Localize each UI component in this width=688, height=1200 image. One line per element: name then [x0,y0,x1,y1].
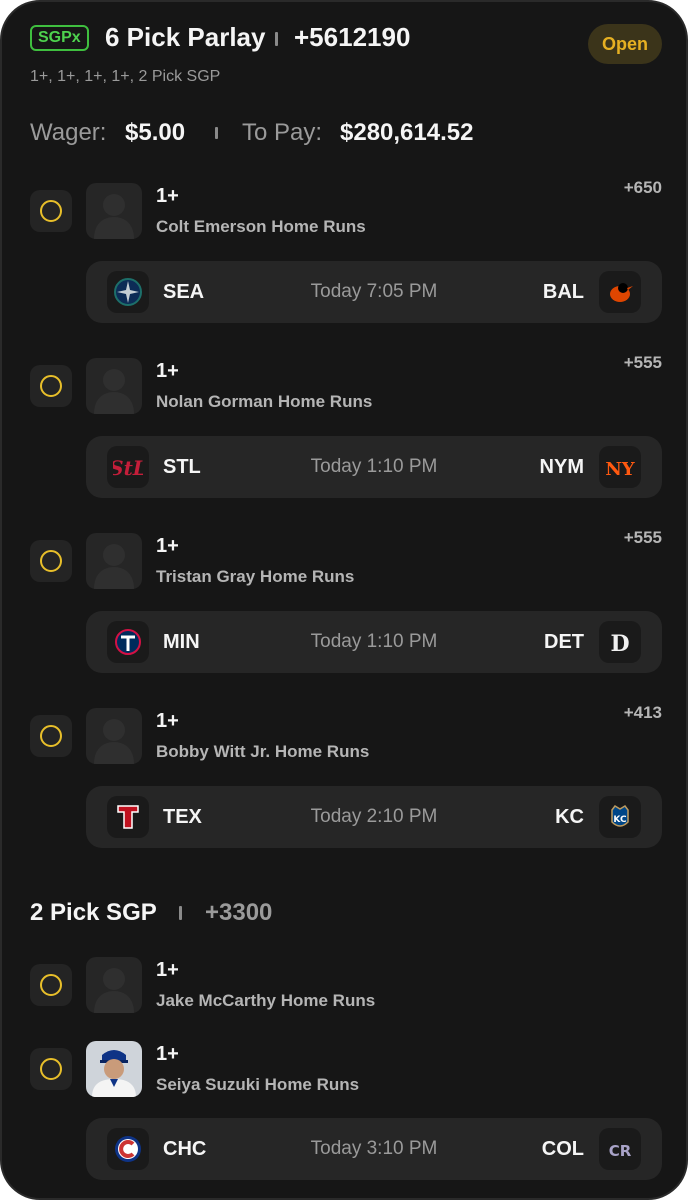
mariners-logo-icon [107,271,149,313]
pick-status-indicator [30,715,72,757]
pick-market: Jake McCarthy Home Runs [156,991,376,1010]
pending-circle-icon [40,375,62,397]
player-avatar [86,183,142,239]
svg-text:NY: NY [605,459,635,480]
pick-status-indicator [30,365,72,407]
sgp-odds: +3300 [205,899,273,926]
sgp-title: 2 Pick SGP [30,899,157,926]
away-team: SEA [163,281,205,303]
player-headshot [86,1041,142,1097]
status-badge: Open [588,24,662,64]
rockies-logo-icon: CR [599,1128,641,1170]
wager-divider [215,127,218,139]
parlay-card[interactable]: SGPx 6 Pick Parlay +5612190 Open 1+, 1+,… [0,0,688,1200]
game-time: Today 7:05 PM [310,281,438,302]
pick-odds: +555 [623,353,662,372]
parlay-odds: +5612190 [294,22,411,52]
pick-line: 1+ [156,959,179,981]
pick-market: Tristan Gray Home Runs [156,567,355,586]
game-time: Today 1:10 PM [310,631,438,652]
away-team: STL [163,456,201,478]
home-team: DET [544,631,584,653]
parlay-title: 6 Pick Parlay [105,22,266,52]
tigers-logo-icon: D [599,621,641,663]
player-silhouette-icon [94,369,134,414]
pick-market: Bobby Witt Jr. Home Runs [156,742,370,761]
game-bar[interactable]: SEA Today 7:05 PM BAL [86,261,662,323]
player-avatar [86,533,142,589]
svg-text:D: D [610,631,629,657]
away-team: MIN [163,631,200,653]
pick-market: Nolan Gorman Home Runs [156,392,373,411]
wager-value: $5.00 [125,119,186,146]
player-silhouette-icon [94,544,134,589]
pick-line: 1+ [156,710,179,732]
pick-odds: +650 [623,178,662,197]
to-pay-label: To Pay: [242,119,323,146]
player-silhouette-icon [94,194,134,239]
title-divider [275,32,278,46]
player-headshot-icon [86,1041,142,1097]
rangers-logo-icon [107,796,149,838]
game-time: Today 1:10 PM [310,456,438,477]
parlay-subtitle: 1+, 1+, 1+, 1+, 2 Pick SGP [30,68,221,85]
royals-logo-icon: KC [599,796,641,838]
cubs-logo-icon [107,1128,149,1170]
pick-line: 1+ [156,360,179,382]
player-avatar [86,957,142,1013]
wager-label: Wager: [30,119,107,146]
orioles-logo-icon [599,271,641,313]
pick-market: Colt Emerson Home Runs [156,217,366,236]
sgpx-badge: SGPx [30,25,89,51]
pick-line: 1+ [156,185,179,207]
pick-market: Seiya Suzuki Home Runs [156,1075,360,1094]
pending-circle-icon [40,200,62,222]
pick-odds: +555 [623,528,662,547]
player-avatar [86,708,142,764]
pick-line: 1+ [156,1043,179,1065]
svg-text:CR: CR [609,1142,632,1160]
game-bar[interactable]: StL STL Today 1:10 PM NYM NY [86,436,662,498]
pick-odds: +413 [623,703,662,722]
pending-circle-icon [40,1058,62,1080]
svg-text:StL: StL [113,456,143,480]
game-bar[interactable]: CHC Today 3:10 PM COL CR [86,1118,662,1180]
pick-status-indicator [30,1048,72,1090]
pick-status-indicator [30,190,72,232]
to-pay-value: $280,614.52 [340,119,474,146]
home-team: NYM [539,456,584,478]
game-time: Today 2:10 PM [310,806,438,827]
player-silhouette-icon [94,968,134,1013]
game-bar[interactable]: MIN Today 1:10 PM DET D [86,611,662,673]
pick-line: 1+ [156,535,179,557]
pick-status-indicator [30,964,72,1006]
cardinals-logo-icon: StL [107,446,149,488]
player-avatar [86,358,142,414]
pending-circle-icon [40,550,62,572]
player-silhouette-icon [94,719,134,764]
away-team: TEX [163,806,202,828]
home-team: BAL [542,281,584,303]
game-bar[interactable]: TEX Today 2:10 PM KC KC [86,786,662,848]
pending-circle-icon [40,725,62,747]
home-team: KC [555,806,584,828]
game-time: Today 3:10 PM [310,1138,438,1159]
pick-status-indicator [30,540,72,582]
twins-logo-icon [107,621,149,663]
sgp-divider [179,906,182,920]
pending-circle-icon [40,974,62,996]
svg-text:KC: KC [613,815,627,825]
away-team: CHC [163,1138,207,1160]
home-team: COL [541,1138,584,1160]
mets-logo-icon: NY [599,446,641,488]
